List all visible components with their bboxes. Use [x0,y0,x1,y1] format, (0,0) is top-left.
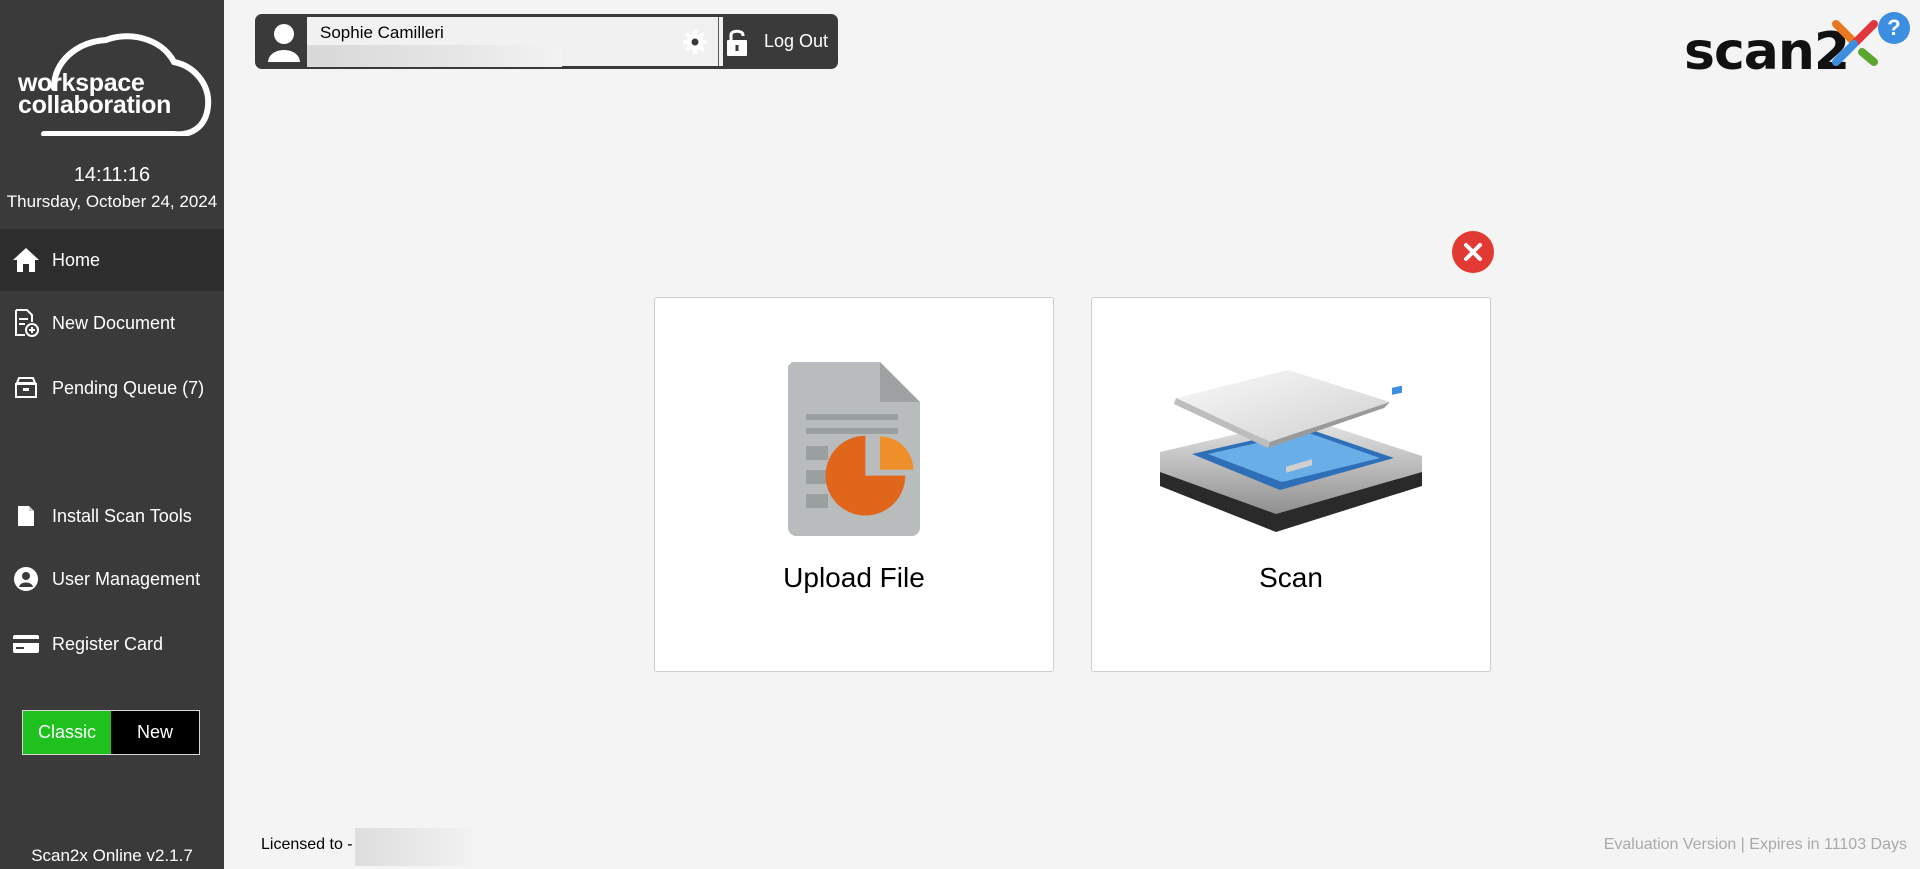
nav-item-label: Register Card [52,633,164,654]
upload-file-label: Upload File [783,562,925,593]
nav-item-pending-queue[interactable]: Pending Queue (7) [0,357,224,419]
scanner-icon [1092,362,1490,536]
app-version: Scan2x Online v2.1.7 [31,846,193,865]
user-info: Sophie Camilleri [307,17,723,67]
evaluation-status: Evaluation Version | Expires in 11103 Da… [1603,836,1907,853]
nav-item-register-card[interactable]: Register Card [0,613,224,675]
classic-mode-button[interactable]: Classic [23,711,111,754]
gear-icon [682,29,707,54]
workspace-collaboration-logo: workspace collaboration [14,32,214,136]
help-button[interactable]: ? [1878,12,1910,44]
scan2x-logo: scan2 [1682,18,1882,80]
new-document-icon [0,309,52,337]
licensed-to-text: Licensed to - [261,836,353,853]
scan-card[interactable]: Scan [1091,297,1491,672]
user-name: Sophie Camilleri [320,23,444,42]
nav-item-label: Install Scan Tools [52,505,192,526]
mode-toggle: Classic New [22,710,200,755]
install-icon [0,505,52,527]
clock-date: Thursday, October 24, 2024 [6,192,218,211]
brand-x-mark-icon [1832,20,1878,66]
redacted-license-holder [355,828,479,866]
nav-item-new-document[interactable]: New Document [0,292,224,354]
redacted-user-detail [307,45,562,67]
home-icon [0,247,52,273]
nav-item-install-scan-tools[interactable]: Install Scan Tools [0,485,224,547]
scan-label: Scan [1259,562,1323,593]
logo-line-2: collaboration [18,91,172,119]
user-bar: Sophie Camilleri Log Out [255,14,838,69]
nav-item-label: Home [52,249,101,270]
nav-item-label: User Management [52,568,201,589]
lock-icon [720,27,754,57]
settings-button[interactable] [671,17,719,66]
logout-label: Log Out [764,31,829,51]
sidebar: workspace collaboration 14:11:16 Thursda… [0,0,224,869]
nav-item-home[interactable]: Home [0,229,224,291]
nav-item-label: Pending Queue (7) [52,377,205,398]
close-icon [1464,243,1482,261]
upload-file-card[interactable]: Upload File [654,297,1054,672]
close-button[interactable] [1452,231,1494,273]
new-mode-button[interactable]: New [111,711,199,754]
nav-item-label: New Document [52,312,176,333]
user-icon [0,566,52,592]
pending-queue-icon [0,377,52,399]
file-chart-icon [655,362,1053,536]
clock-time: 14:11:16 [73,164,151,186]
avatar-icon [261,18,307,65]
nav-item-user-management[interactable]: User Management [0,548,224,610]
logout-button[interactable]: Log Out [720,17,834,66]
card-icon [0,634,52,654]
brand-text: scan2 [1684,22,1850,82]
